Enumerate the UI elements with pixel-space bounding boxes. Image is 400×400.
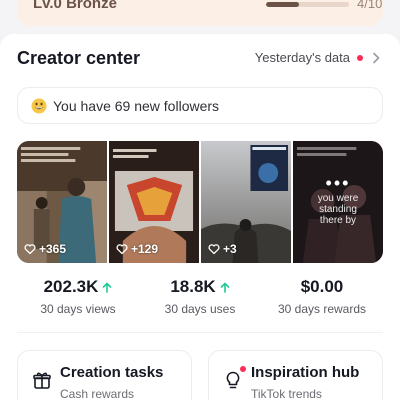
stats-row: 202.3K 30 days views 18.8K 30 days uses … (17, 277, 383, 333)
level-progress-fill (266, 2, 300, 7)
stat-label: 30 days rewards (277, 302, 367, 316)
inspiration-hub-title: Inspiration hub (251, 364, 360, 381)
creation-tasks-title: Creation tasks (60, 364, 164, 381)
thumbnail-likes: +129 (116, 242, 158, 256)
video-thumbnail[interactable]: +3 (201, 141, 291, 263)
inspiration-hub-card[interactable]: Inspiration hub TikTok trends (208, 350, 383, 400)
yesterday-data-label: Yesterday's data (254, 50, 350, 65)
heart-icon (24, 244, 36, 255)
grinning-face-icon (31, 98, 47, 113)
stat-value: 18.8K (170, 277, 216, 296)
level-card[interactable]: Lv.0 Bronze 4/10 (17, 0, 383, 26)
creator-center-card: Creator center Yesterday's data You have… (0, 34, 400, 400)
more-videos-overlay: ••• you were standing there by (293, 141, 383, 263)
thumbnail-likes: +3 (208, 242, 237, 256)
chevron-right-icon (373, 52, 380, 63)
likes-count: +129 (131, 242, 159, 256)
heart-icon (208, 244, 220, 255)
video-thumbnail[interactable]: +365 (17, 141, 107, 263)
creation-tasks-card[interactable]: Creation tasks Cash rewards (17, 350, 192, 400)
likes-count: +365 (39, 242, 67, 256)
stat-rewards[interactable]: $0.00 30 days rewards (261, 277, 383, 332)
stat-uses[interactable]: 18.8K 30 days uses (139, 277, 261, 332)
notification-dot (357, 54, 363, 61)
stat-value: 202.3K (43, 277, 99, 296)
trend-up-icon (220, 282, 229, 293)
more-videos-thumbnail[interactable]: ••• you were standing there by (293, 141, 383, 263)
stat-label: 30 days uses (164, 302, 236, 316)
level-progress-bar (266, 2, 349, 7)
video-thumbnail[interactable]: +129 (109, 141, 199, 263)
new-followers-banner[interactable]: You have 69 new followers (17, 87, 383, 124)
trend-up-icon (103, 282, 112, 293)
stat-label: 30 days views (40, 302, 116, 316)
level-progress-count: 4/10 (357, 0, 383, 11)
overlay-caption: you were standing there by (317, 192, 359, 226)
more-dots-icon: ••• (325, 172, 351, 193)
new-followers-text: You have 69 new followers (53, 97, 220, 114)
inspiration-hub-subtitle: TikTok trends (251, 387, 322, 400)
notification-dot (240, 366, 246, 372)
stat-value: $0.00 (300, 277, 344, 296)
likes-count: +3 (223, 242, 237, 256)
lightbulb-icon (226, 371, 240, 389)
creation-tasks-subtitle: Cash rewards (60, 387, 135, 400)
level-name: Lv.0 Bronze (33, 0, 117, 12)
video-thumbnails: +365 +129 +3 ••• you were standing there… (17, 141, 383, 263)
page-title: Creator center (17, 48, 141, 68)
heart-icon (116, 244, 128, 255)
yesterday-data-link[interactable]: Yesterday's data (255, 50, 382, 65)
stat-views[interactable]: 202.3K 30 days views (17, 277, 139, 332)
thumbnail-likes: +365 (24, 242, 66, 256)
gift-icon (33, 372, 51, 389)
